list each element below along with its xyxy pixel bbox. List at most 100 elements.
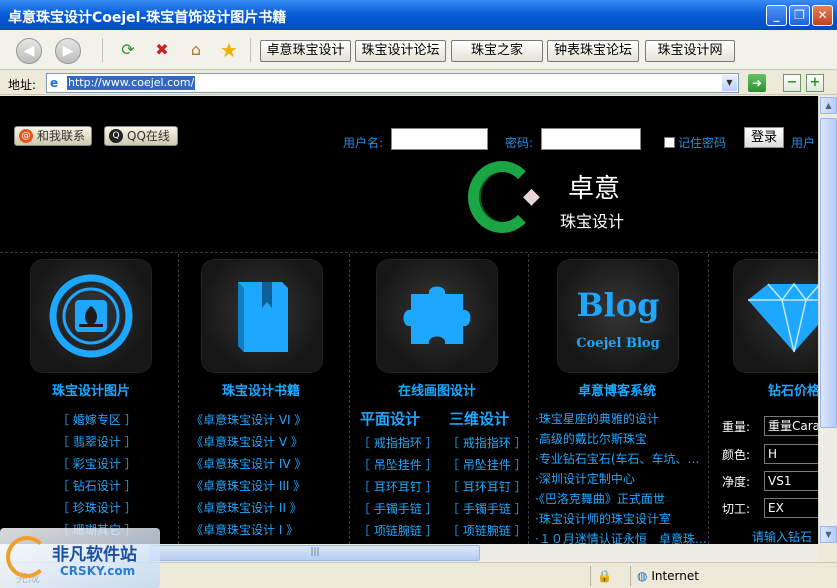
design-books-tile[interactable] [202,260,322,372]
watermark-url: CRSKY.com [60,564,136,578]
logo-subtitle: 珠宝设计 [560,212,625,231]
vertical-scroll-thumb[interactable] [820,118,837,428]
blog-post[interactable]: ·专业钻石宝石(车石、车坑、… [535,450,700,467]
scroll-down-icon[interactable]: ▼ [820,526,837,543]
photo-link-jade[interactable]: ［ 翡翠设计 ］ [57,433,137,450]
blog-post[interactable]: ·珠宝星座的典雅的设计 [535,410,659,427]
horizontal-scroll-thumb[interactable]: ||| [150,545,480,561]
book-link-1[interactable]: 《卓意珠宝设计 I 》 [191,521,298,538]
flat-link-rings[interactable]: ［ 戒指指环 ］ [358,434,438,451]
diamond-price-title[interactable]: 钻石价格 [768,380,818,399]
flat-link-pendants[interactable]: ［ 吊坠挂件 ］ [358,456,438,473]
color-select[interactable]: H [764,444,818,464]
blog-title[interactable]: 卓意博客系统 [578,380,656,399]
logo-gem-icon: ◆ [523,184,540,209]
design-books-title[interactable]: 珠宝设计书籍 [222,380,300,399]
password-input[interactable] [541,128,641,150]
clarity-select[interactable]: VS1 [764,471,818,491]
minus-icon[interactable]: − [783,74,801,92]
blog-tile[interactable]: Blog Coejel Blog [558,260,678,372]
favorites-star-icon[interactable]: ★ [217,38,241,62]
blog-post[interactable]: ·珠宝设计师的珠宝设计室 [535,510,671,527]
contact-button[interactable]: @ 和我联系 [14,126,92,146]
flat-link-bracelets[interactable]: ［ 手镯手链 ］ [358,500,438,517]
3d-design-heading[interactable]: 三维设计 [449,408,509,429]
book-link-6[interactable]: 《卓意珠宝设计 VI 》 [191,411,306,428]
go-arrow-icon[interactable]: ➜ [748,74,766,92]
remember-password[interactable]: 记住密码 [664,134,726,151]
flat-link-earrings[interactable]: ［ 耳环耳钉 ］ [358,478,438,495]
column-divider [178,254,179,544]
3d-link-earrings[interactable]: ［ 耳环耳钉 ］ [447,478,527,495]
restore-icon[interactable]: ❐ [789,5,810,26]
forward-icon[interactable]: ▶ [55,38,81,64]
login-button[interactable]: 登录 [744,127,784,148]
watermark-logo: 非凡软件站 CRSKY.com [0,528,160,588]
photo-link-diamond[interactable]: ［ 钻石设计 ］ [57,477,137,494]
column-divider [528,254,529,544]
username-input[interactable] [391,128,488,150]
watermark-name: 非凡软件站 [52,545,137,565]
scroll-up-icon[interactable]: ▲ [820,97,837,114]
photo-link-gemstone[interactable]: ［ 彩宝设计 ］ [57,455,137,472]
back-icon[interactable]: ◀ [16,38,42,64]
cut-select[interactable]: EX [764,498,818,518]
blog-post[interactable]: ·高级的戴比尔斯珠宝 [535,430,647,447]
column-divider [349,254,350,544]
blog-post[interactable]: ·１０月迷情认证永恒 卓意珠… [535,530,707,544]
contact-label: 和我联系 [37,129,86,143]
book-icon [238,282,288,352]
clarity-label: 净度: [722,475,751,489]
minimize-icon[interactable]: _ [766,5,787,26]
link-button-watch-forum[interactable]: 钟表珠宝论坛 [547,40,639,62]
book-link-3[interactable]: 《卓意珠宝设计 III 》 [191,477,305,494]
vertical-scrollbar[interactable]: ▲ ▼ [818,96,837,544]
web-page: @ 和我联系 Q QQ在线 用户名: 密码: 记住密码 登录 用户 ◆ 卓意 珠… [0,96,818,544]
flower-emblem-icon [49,274,133,358]
blog-post[interactable]: ·《巴洛克舞曲》正式面世 [535,490,665,507]
weight-field[interactable]: 重量Carat [764,416,818,436]
user-link[interactable]: 用户 [791,134,815,151]
flat-link-necklaces[interactable]: ［ 项链腕链 ］ [358,522,438,539]
flat-design-heading[interactable]: 平面设计 [360,408,420,429]
address-url[interactable]: http://www.coejel.com/ [67,76,196,90]
address-input[interactable]: e http://www.coejel.com/ ▼ [46,73,739,93]
book-link-2[interactable]: 《卓意珠宝设计 II 》 [191,499,302,516]
toolbar-separator [102,38,103,62]
remember-checkbox[interactable] [664,137,675,148]
link-button-design-net[interactable]: 珠宝设计网 [645,40,735,62]
blog-post[interactable]: ·深圳设计定制中心 [535,470,635,487]
plus-icon[interactable]: + [806,74,824,92]
qq-online-button[interactable]: Q QQ在线 [104,126,178,146]
diamond-price-tile[interactable] [734,260,818,372]
column-divider [708,254,709,544]
online-drawing-tile[interactable] [377,260,497,372]
jewelry-photos-title[interactable]: 珠宝设计图片 [52,380,130,399]
jewelry-photos-tile[interactable] [31,260,151,372]
window-title: 卓意珠宝设计Coejel-珠宝首饰设计图片书籍 [8,10,287,26]
3d-link-pendants[interactable]: ［ 吊坠挂件 ］ [447,456,527,473]
book-link-5[interactable]: 《卓意珠宝设计 V 》 [191,433,303,450]
3d-link-rings[interactable]: ［ 戒指指环 ］ [447,434,527,451]
home-icon[interactable]: ⌂ [184,38,208,62]
address-dropdown-icon[interactable]: ▼ [722,75,737,91]
blog-icon-subtext: Coejel Blog [576,336,660,351]
qq-penguin-icon: Q [109,129,123,143]
link-button-forum[interactable]: 珠宝设计论坛 [355,40,446,62]
logo-title: 卓意 [568,174,621,204]
site-logo[interactable]: ◆ 卓意 珠宝设计 [468,158,648,238]
link-button-jewelry-home[interactable]: 珠宝之家 [451,40,543,62]
photo-link-pearl[interactable]: ［ 珍珠设计 ］ [57,499,137,516]
photo-link-wedding[interactable]: ［ 婚嫁专区 ］ [57,411,137,428]
link-button-coejel[interactable]: 卓意珠宝设计 [260,40,351,62]
close-icon[interactable]: ✕ [812,5,833,26]
refresh-icon[interactable]: ⟳ [116,38,140,62]
book-link-4[interactable]: 《卓意珠宝设计 IV 》 [191,455,306,472]
stop-icon[interactable]: ✖ [150,38,174,62]
online-drawing-title[interactable]: 在线画图设计 [398,380,476,399]
3d-link-bracelets[interactable]: ［ 手镯手链 ］ [447,500,527,517]
toolbar-separator [250,38,251,62]
zone-cell: ◍ Internet [630,566,837,586]
contact-icon: @ [19,129,33,143]
3d-link-necklaces[interactable]: ［ 项链腕链 ］ [447,522,527,539]
